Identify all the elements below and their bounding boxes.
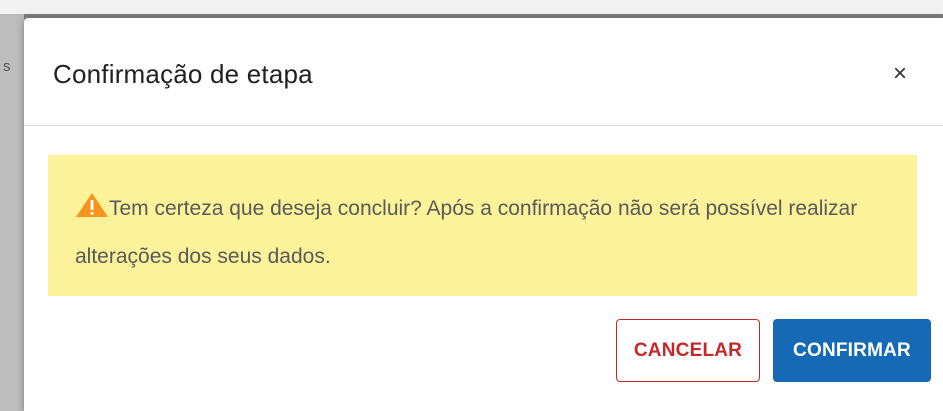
- dialog-title: Confirmação de etapa: [53, 59, 313, 89]
- background-page: s: [0, 14, 24, 411]
- alert-message: Tem certeza que deseja concluir? Após a …: [75, 197, 858, 268]
- dialog-header: Confirmação de etapa ×: [24, 18, 943, 126]
- cancel-button[interactable]: CANCELAR: [616, 319, 760, 382]
- confirm-button[interactable]: CONFIRMAR: [773, 319, 931, 382]
- confirmation-dialog: Confirmação de etapa × Tem certeza que d…: [24, 18, 943, 411]
- warning-triangle-icon: [75, 188, 109, 217]
- close-icon[interactable]: ×: [887, 60, 913, 88]
- background-page-header: [0, 0, 943, 14]
- warning-alert: Tem certeza que deseja concluir? Após a …: [48, 155, 917, 296]
- background-page-text: s: [3, 58, 11, 75]
